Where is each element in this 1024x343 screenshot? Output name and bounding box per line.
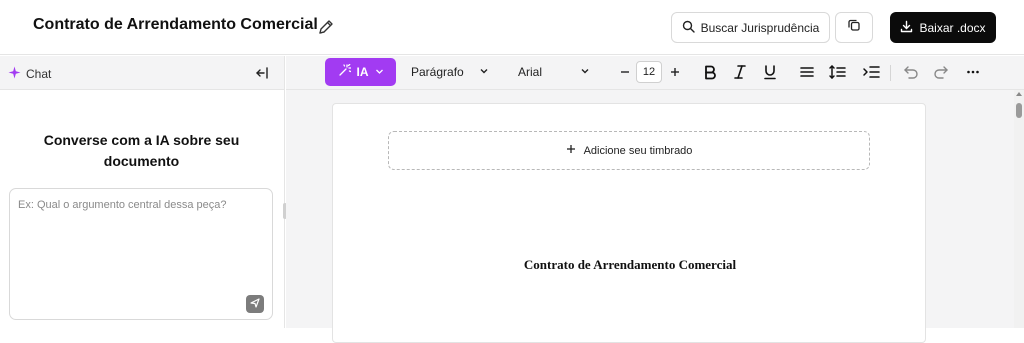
minus-icon[interactable] bbox=[616, 63, 634, 81]
add-letterhead-button[interactable]: Adicione seu timbrado bbox=[388, 131, 870, 170]
paragraph-style-select[interactable]: Parágrafo bbox=[411, 62, 489, 82]
document-title: Contrato de Arrendamento Comercial bbox=[33, 16, 318, 33]
chevron-down-icon bbox=[580, 65, 590, 79]
redo-icon[interactable] bbox=[932, 63, 950, 81]
undo-icon[interactable] bbox=[902, 63, 920, 81]
chevron-down-icon bbox=[375, 65, 384, 79]
download-icon bbox=[900, 20, 913, 36]
chat-tab-label: Chat bbox=[26, 67, 52, 81]
ia-button[interactable]: IA bbox=[325, 58, 396, 86]
search-icon bbox=[682, 20, 695, 36]
scroll-up-arrow-icon[interactable] bbox=[1016, 92, 1022, 96]
search-jurisprudence-button[interactable]: Buscar Jurisprudência bbox=[671, 12, 830, 43]
chat-panel-header: Chat bbox=[0, 56, 285, 90]
font-family-select[interactable]: Arial bbox=[518, 62, 590, 82]
download-docx-button[interactable]: Baixar .docx bbox=[890, 12, 996, 43]
align-icon[interactable] bbox=[798, 63, 816, 81]
chat-sidebar: Converse com a IA sobre seu documento bbox=[0, 90, 285, 328]
chat-heading: Converse com a IA sobre seu documento bbox=[43, 132, 240, 169]
chat-tab[interactable]: Chat bbox=[8, 66, 51, 82]
font-size-value: 12 bbox=[642, 66, 656, 78]
editor-canvas: Adicione seu timbrado Contrato de Arrend… bbox=[286, 90, 1014, 343]
font-family-value: Arial bbox=[518, 65, 543, 79]
copy-icon bbox=[847, 18, 861, 37]
document-page[interactable]: Adicione seu timbrado Contrato de Arrend… bbox=[332, 103, 926, 343]
send-icon bbox=[250, 295, 260, 313]
ia-label: IA bbox=[356, 65, 369, 79]
plus-icon[interactable] bbox=[666, 63, 684, 81]
send-button[interactable] bbox=[246, 295, 264, 313]
line-spacing-icon[interactable] bbox=[828, 63, 846, 81]
letterhead-label: Adicione seu timbrado bbox=[583, 144, 693, 157]
edit-icon[interactable] bbox=[317, 18, 335, 36]
paragraph-style-value: Parágrafo bbox=[411, 65, 464, 79]
top-header: Contrato de Arrendamento Comercial Busca… bbox=[0, 0, 1024, 55]
bold-icon[interactable] bbox=[701, 63, 719, 81]
document-body-title: Contrato de Arrendamento Comercial bbox=[523, 257, 737, 272]
chat-input-box bbox=[9, 188, 273, 320]
sparkle-icon bbox=[8, 66, 21, 82]
editor-toolbar: IA Parágrafo Arial 12 bbox=[286, 56, 1024, 90]
font-size-field[interactable]: 12 bbox=[636, 61, 662, 83]
italic-icon[interactable] bbox=[731, 63, 749, 81]
vertical-scrollbar[interactable] bbox=[1014, 90, 1024, 328]
collapse-left-icon[interactable] bbox=[255, 66, 269, 80]
indent-icon[interactable] bbox=[862, 63, 880, 81]
plus-icon bbox=[566, 144, 576, 157]
chat-input[interactable] bbox=[18, 199, 263, 211]
magic-wand-icon bbox=[338, 63, 352, 80]
more-icon[interactable] bbox=[964, 63, 982, 81]
download-label: Baixar .docx bbox=[919, 20, 986, 35]
search-jurisprudence-label: Buscar Jurisprudência bbox=[700, 20, 820, 35]
copy-button[interactable] bbox=[835, 12, 873, 43]
chevron-down-icon bbox=[479, 65, 489, 79]
toolbar-divider bbox=[890, 65, 891, 81]
underline-icon[interactable] bbox=[761, 63, 779, 81]
scroll-thumb[interactable] bbox=[1016, 103, 1022, 118]
